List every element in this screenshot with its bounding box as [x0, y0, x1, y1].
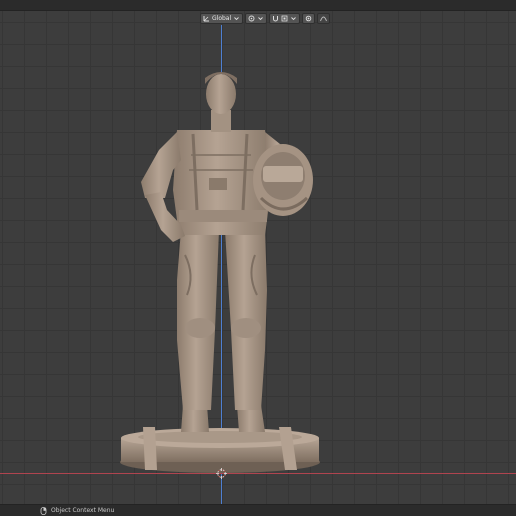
proportional-edit-icon	[305, 15, 312, 22]
proportional-edit-toggle[interactable]	[302, 13, 316, 24]
pivot-point-dropdown[interactable]	[245, 13, 268, 24]
helmet	[253, 144, 313, 216]
mouse-icon	[40, 507, 47, 515]
chevron-down-icon	[257, 15, 264, 22]
orientation-icon	[203, 15, 210, 22]
origin-marker-icon	[216, 468, 227, 479]
snap-toggle[interactable]	[269, 13, 301, 24]
chevron-down-icon	[290, 15, 297, 22]
magnet-icon	[272, 15, 279, 22]
pivot-icon	[248, 15, 255, 22]
falloff-icon	[320, 15, 328, 22]
viewport-header-toolbar: Global	[200, 13, 331, 24]
proportional-falloff-dropdown[interactable]	[317, 13, 331, 24]
status-bar: Object Context Menu	[0, 504, 516, 516]
transform-orientation-dropdown[interactable]: Global	[200, 13, 244, 24]
status-hint: Object Context Menu	[51, 507, 115, 514]
viewport-top-strip	[0, 0, 516, 11]
statue-figure[interactable]	[115, 70, 330, 480]
3d-viewport[interactable]: Global Object Context Menu	[0, 0, 516, 516]
chevron-down-icon	[233, 15, 240, 22]
transform-orientation-label: Global	[212, 15, 232, 22]
statue-base	[120, 427, 320, 473]
snap-target-icon	[281, 15, 288, 22]
